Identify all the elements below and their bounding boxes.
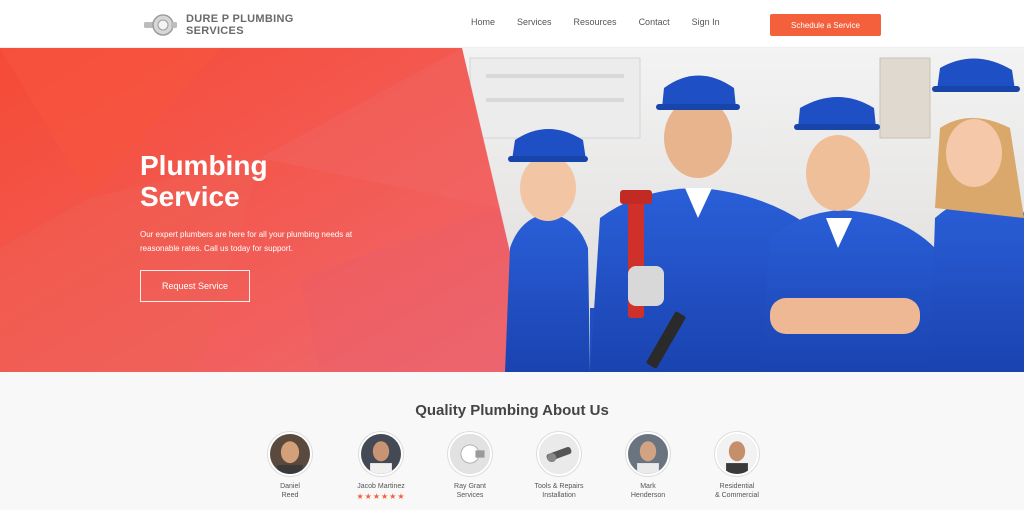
team-member-card[interactable]: Tools & Repairs Installation	[514, 432, 604, 500]
nav-contact[interactable]: Contact	[628, 15, 681, 29]
member-name-line-2: Installation	[542, 492, 576, 499]
team-member-card[interactable]: Ray Grant Services	[425, 432, 515, 500]
hero-subtitle: Our expert plumbers are here for all you…	[140, 228, 470, 256]
team-member-card[interactable]: Daniel Reed	[245, 432, 335, 500]
member-name: Ray Grant Services	[425, 482, 515, 500]
hero-subtitle-line-2: reasonable rates. Call us today for supp…	[140, 244, 293, 253]
member-name-line-2: Henderson	[630, 492, 666, 499]
nav-sign-in[interactable]: Sign In	[681, 15, 731, 29]
avatar	[268, 432, 312, 476]
member-name-line-1: Ray Grant	[454, 483, 486, 490]
member-name: Residential & Commercial	[692, 482, 782, 500]
avatar	[359, 432, 403, 476]
nav-home[interactable]: Home	[460, 15, 506, 29]
member-name-line-1: Tools & Repairs	[534, 483, 584, 490]
member-name: Jacob Martinez	[336, 482, 426, 491]
pipe-logo-icon	[144, 14, 177, 36]
hero-section: Plumbing Service Our expert plumbers are…	[0, 48, 1024, 372]
main-nav: Home Services Resources Contact Sign In	[460, 15, 731, 29]
hero-title: Plumbing Service	[140, 150, 268, 212]
site-header: DURE P PLUMBING SERVICES Home Services R…	[0, 0, 1024, 48]
logo-text: DURE P PLUMBING SERVICES	[186, 13, 294, 37]
team-section: Quality Plumbing About Us Daniel Reed Ja…	[0, 372, 1024, 510]
member-name-line-2: Services	[456, 492, 484, 499]
hero-title-line-2: Service	[140, 181, 240, 212]
hero-title-line-1: Plumbing	[140, 150, 268, 181]
schedule-service-button[interactable]: Schedule a Service	[770, 14, 881, 36]
member-name-line-1: Residential	[719, 483, 755, 490]
member-name-line-1: Daniel	[280, 483, 300, 490]
member-name-line-2: & Commercial	[715, 492, 759, 499]
team-member-card[interactable]: Mark Henderson	[603, 432, 693, 500]
avatar	[715, 432, 759, 476]
nav-services[interactable]: Services	[506, 15, 563, 29]
nav-resources[interactable]: Resources	[563, 15, 628, 29]
avatar	[448, 432, 492, 476]
member-name-line-2: Reed	[281, 492, 299, 499]
brand-logo[interactable]: DURE P PLUMBING SERVICES	[142, 11, 294, 39]
team-member-card[interactable]: Residential & Commercial	[692, 432, 782, 500]
avatar	[626, 432, 670, 476]
rating-stars-icon: ★★★★★★	[356, 492, 406, 501]
team-section-title: Quality Plumbing About Us	[415, 402, 609, 419]
logo-line-2: SERVICES	[186, 25, 244, 37]
member-name: Tools & Repairs Installation	[514, 482, 604, 500]
avatar	[537, 432, 581, 476]
hero-subtitle-line-1: Our expert plumbers are here for all you…	[140, 230, 353, 239]
member-name: Mark Henderson	[603, 482, 693, 500]
member-name: Daniel Reed	[245, 482, 335, 500]
member-name-line-1: Jacob Martinez	[357, 483, 405, 490]
request-service-button[interactable]: Request Service	[140, 270, 250, 302]
logo-line-1: DURE P PLUMBING	[186, 13, 294, 25]
member-name-line-1: Mark	[640, 483, 656, 490]
team-member-card[interactable]: Jacob Martinez ★★★★★★	[336, 432, 426, 501]
